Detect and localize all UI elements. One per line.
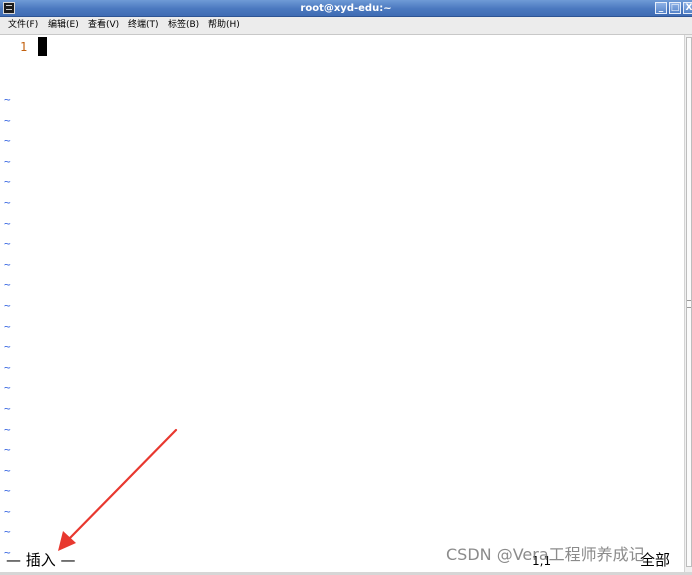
menu-bar: 文件(F) 编辑(E) 查看(V) 终端(T) 标签(B) 帮助(H) xyxy=(0,17,692,35)
empty-line-tilde: ~ xyxy=(4,484,11,498)
maximize-button[interactable]: □ xyxy=(669,2,681,14)
menu-terminal[interactable]: 终端(T) xyxy=(128,17,159,34)
scrollbar-thumb[interactable] xyxy=(686,37,692,567)
vertical-scrollbar[interactable] xyxy=(684,35,692,572)
scrollbar-grip-icon xyxy=(687,300,691,308)
menu-help[interactable]: 帮助(H) xyxy=(208,17,240,34)
empty-line-tilde: ~ xyxy=(4,360,11,374)
menu-file[interactable]: 文件(F) xyxy=(8,17,38,34)
empty-line-tilde: ~ xyxy=(4,319,11,333)
menu-view[interactable]: 查看(V) xyxy=(88,17,119,34)
empty-line-tilde: ~ xyxy=(4,525,11,539)
empty-line-tilde: ~ xyxy=(4,237,11,251)
text-cursor xyxy=(38,37,47,56)
empty-line-tilde: ~ xyxy=(4,134,11,148)
terminal-window: root@xyd-edu:~ _ □ X 文件(F) 编辑(E) 查看(V) 终… xyxy=(0,0,692,575)
empty-line-tilde: ~ xyxy=(4,381,11,395)
menu-edit[interactable]: 编辑(E) xyxy=(48,17,79,34)
empty-line-tilde: ~ xyxy=(4,257,11,271)
empty-line-tilde: ~ xyxy=(4,195,11,209)
empty-line-tilde: ~ xyxy=(4,298,11,312)
empty-line-tilde: ~ xyxy=(4,216,11,230)
empty-line-tilde: ~ xyxy=(4,113,11,127)
empty-line-tilde: ~ xyxy=(4,175,11,189)
close-button[interactable]: X xyxy=(683,2,692,14)
empty-line-tilde: ~ xyxy=(4,278,11,292)
empty-line-tilde: ~ xyxy=(4,422,11,436)
window-title: root@xyd-edu:~ xyxy=(300,3,392,14)
minimize-button[interactable]: _ xyxy=(655,2,667,14)
empty-line-tilde: ~ xyxy=(4,401,11,415)
empty-line-markers: ~ ~ ~ ~ ~ ~ ~ ~ ~ ~ ~ ~ ~ ~ ~ ~ ~ ~ ~ ~ ~ ~ ~ ~ xyxy=(4,90,16,575)
line-number: 1 xyxy=(20,40,28,54)
empty-line-tilde: ~ xyxy=(4,154,11,168)
csdn-watermark: CSDN @Vera工程师养成记 xyxy=(446,545,645,564)
empty-line-tilde: ~ xyxy=(4,443,11,457)
empty-line-tilde: ~ xyxy=(4,93,11,106)
empty-line-tilde: ~ xyxy=(4,463,11,477)
vim-editor-area[interactable]: 1 ~ ~ ~ ~ ~ ~ ~ ~ ~ ~ ~ ~ ~ ~ ~ ~ ~ ~ ~ ~ ~ ~ ~ ~ xyxy=(0,35,684,575)
empty-line-tilde: ~ xyxy=(4,340,11,354)
title-bar[interactable]: root@xyd-edu:~ _ □ X xyxy=(0,0,692,17)
insert-mode-indicator: — 插入 — xyxy=(6,551,76,569)
empty-line-tilde: ~ xyxy=(4,504,11,518)
menu-tabs[interactable]: 标签(B) xyxy=(168,17,199,34)
